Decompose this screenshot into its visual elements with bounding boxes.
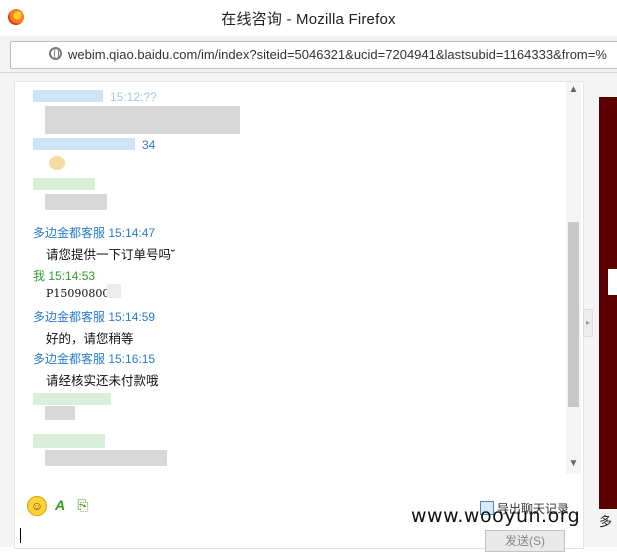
emoji-icon [49,156,65,170]
message-header: 我 15:14:53 [33,267,116,284]
message-item: 我 15:14:53 P150908000 [33,267,116,300]
globe-icon [49,47,62,60]
blurred-header [33,138,135,150]
right-panel-block [608,269,617,295]
blurred-text [107,284,121,298]
message-header: 多边金都客服 15:16:15 [33,350,159,367]
time-fragment: 34 [142,138,156,152]
font-button[interactable]: A [51,496,69,514]
sender-name: 多边金都客服 [33,310,106,324]
message-item: 多边金都客服 15:16:15 请经核实还未付款哦 [33,350,159,389]
scroll-down-icon[interactable]: ▼ [566,458,581,474]
scrollbar-thumb[interactable] [568,222,579,407]
scroll-up-icon[interactable]: ▲ [566,84,581,100]
window-titlebar: 在线咨询 - Mozilla Firefox [0,0,617,37]
sender-name: 多边金都客服 [33,352,106,366]
text-caret [20,528,21,543]
message-time: 15:14:53 [48,269,96,283]
message-item: 多边金都客服 15:14:59 好的，请您稍等 [33,308,155,347]
address-field[interactable]: webim.qiao.baidu.com/im/index?siteid=504… [10,41,617,69]
message-text: 请您提供一下订单号吗˘ [46,248,176,262]
message-text: 好的，请您稍等 [46,332,134,346]
send-button[interactable]: 发送(S) [485,530,565,552]
message-list: 15:12:?? 34 多边金都客服 15:14:47 请您提供一下订单号吗˘ … [15,82,565,482]
message-input[interactable]: 发送(S) [17,524,577,552]
message-text: P150908000 [46,287,117,300]
screenshot-button[interactable]: ⎘ [74,496,92,514]
sender-name: 我 [33,269,46,283]
url-bar: webim.qiao.baidu.com/im/index?siteid=504… [0,36,617,73]
url-text[interactable]: webim.qiao.baidu.com/im/index?siteid=504… [68,47,607,62]
message-item: 多边金都客服 15:14:47 请您提供一下订单号吗˘ [33,224,175,263]
blurred-text [45,106,240,134]
message-time: 15:14:47 [108,226,156,240]
blurred-header [33,90,103,102]
sender-name: 多边金都客服 [33,226,106,240]
blurred-text [45,406,75,420]
blurred-header [33,178,95,190]
message-header: 多边金都客服 15:14:59 [33,308,155,325]
main-area: 15:12:?? 34 多边金都客服 15:14:47 请您提供一下订单号吗˘ … [0,73,617,552]
message-time: 15:14:59 [108,310,156,324]
right-panel-text: 多 [599,514,613,529]
blurred-text [45,450,167,466]
panel-toggle-handle[interactable]: ▸ [583,309,593,337]
message-header: 多边金都客服 15:14:47 [33,224,175,241]
message-time: 15:16:15 [108,352,156,366]
emoji-button[interactable]: ☺ [27,496,47,516]
window-title: 在线咨询 - Mozilla Firefox [221,11,396,28]
message-text: 请经核实还未付款哦 [46,374,159,388]
blurred-header [33,434,105,448]
blurred-text [45,194,107,210]
right-side-panel [599,97,617,509]
chat-pane: 15:12:?? 34 多边金都客服 15:14:47 请您提供一下订单号吗˘ … [14,81,584,552]
watermark: www.wooyun.org [411,505,581,527]
blurred-header [33,393,111,405]
blurred-time: 15:12:?? [110,90,157,104]
